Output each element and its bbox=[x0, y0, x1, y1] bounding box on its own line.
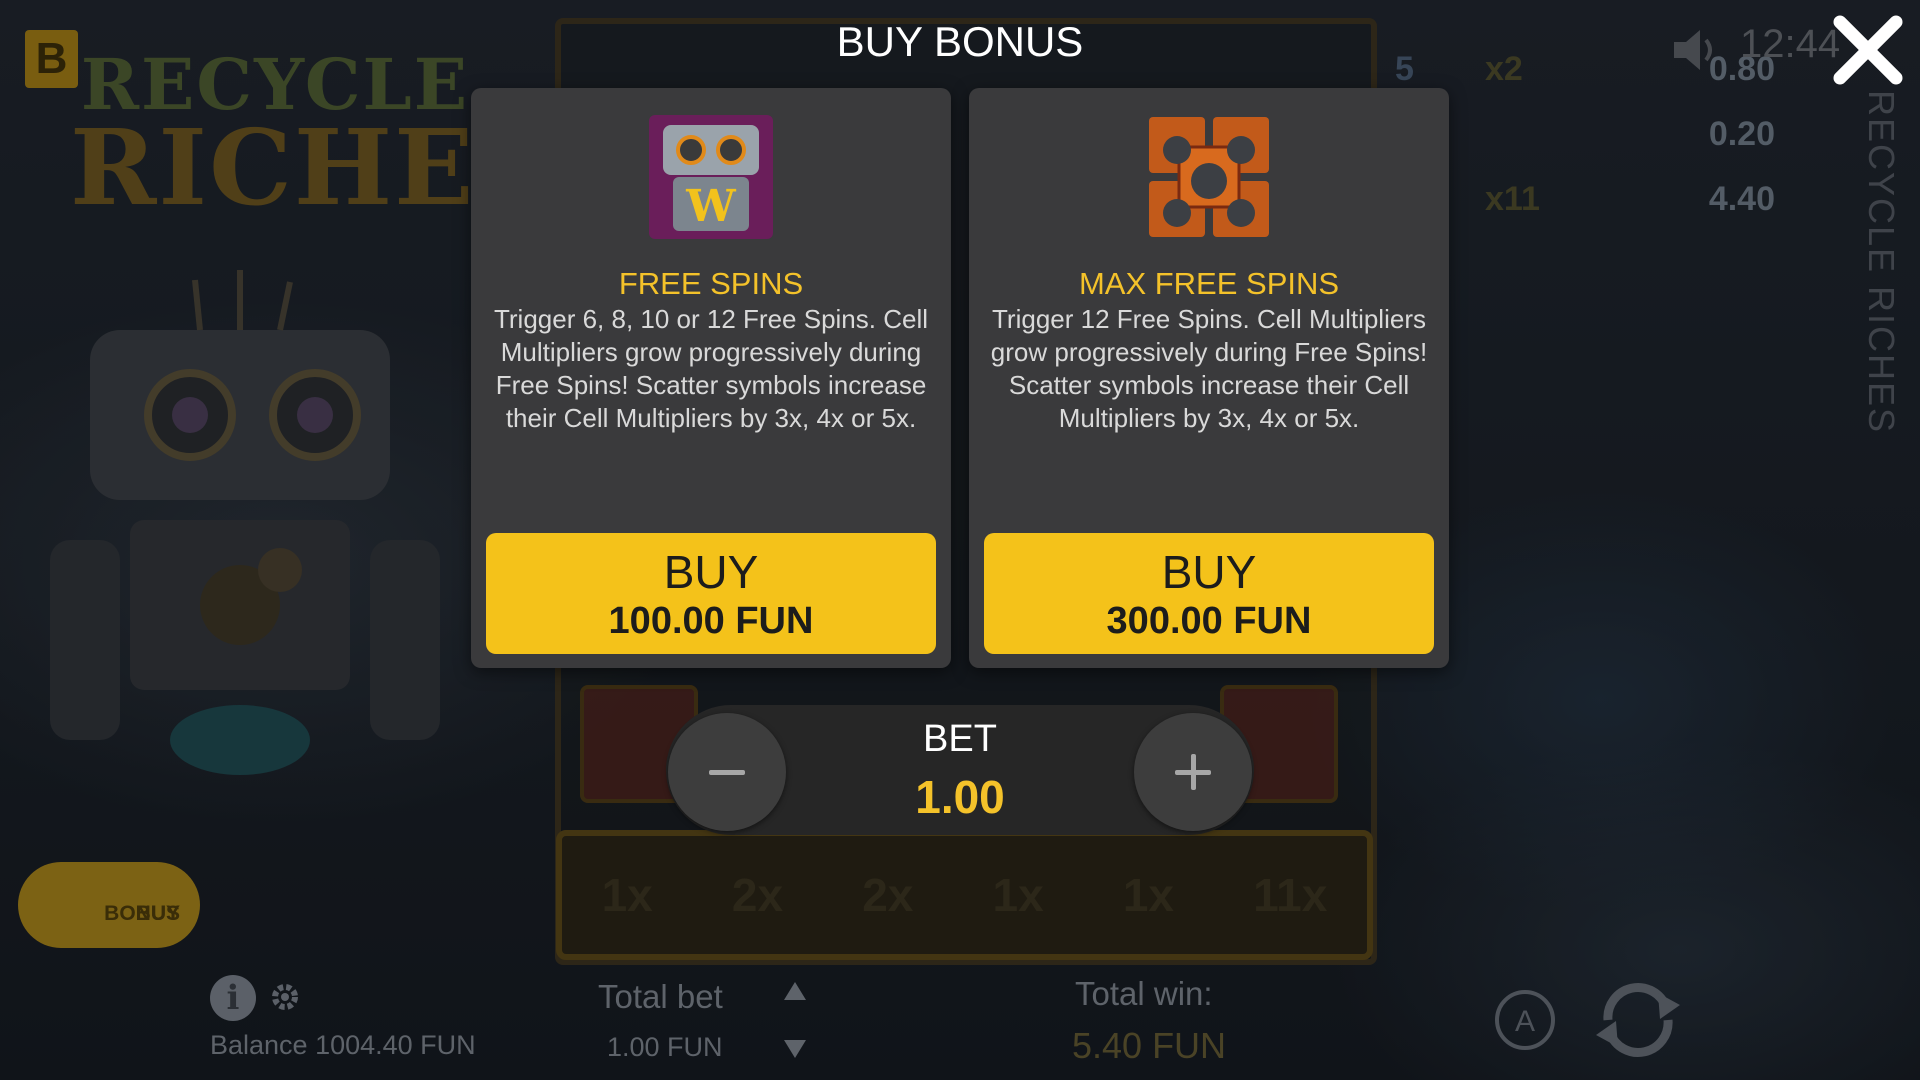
bet-down-arrow-icon[interactable] bbox=[784, 1040, 806, 1058]
free-spins-card: W FREE SPINS Trigger 6, 8, 10 or 12 Free… bbox=[471, 88, 951, 668]
buy-price: 300.00 FUN bbox=[1106, 600, 1312, 642]
buy-free-spins-button[interactable]: BUY 100.00 FUN bbox=[486, 533, 936, 654]
modal-overlay bbox=[0, 0, 1920, 1080]
card-description: Trigger 6, 8, 10 or 12 Free Spins. Cell … bbox=[493, 304, 928, 433]
robot-wild-icon: W bbox=[649, 115, 773, 239]
info-icon[interactable]: i bbox=[210, 975, 256, 1021]
gear-icon[interactable] bbox=[268, 980, 302, 1014]
bet-increase-button[interactable] bbox=[1134, 713, 1252, 831]
buy-label: BUY bbox=[663, 546, 759, 598]
svg-text:A: A bbox=[1515, 1005, 1535, 1038]
total-bet-label: Total bet bbox=[598, 978, 723, 1015]
bet-up-arrow-icon[interactable] bbox=[784, 982, 806, 1000]
buy-price: 100.00 FUN bbox=[608, 600, 814, 642]
buy-label: BUY bbox=[1161, 546, 1257, 598]
svg-text:W: W bbox=[685, 181, 736, 232]
total-bet-value: 1.00 FUN bbox=[607, 1032, 723, 1062]
buy-max-free-spins-button[interactable]: BUY 300.00 FUN bbox=[984, 533, 1434, 654]
balance: Balance 1004.40 FUN bbox=[210, 1030, 476, 1060]
max-free-spins-card: MAX FREE SPINS Trigger 12 Free Spins. Ce… bbox=[969, 88, 1449, 668]
spin-icon[interactable] bbox=[1588, 975, 1688, 1065]
card-description: Trigger 12 Free Spins. Cell Multipliers … bbox=[990, 304, 1428, 433]
card-title: MAX FREE SPINS bbox=[1078, 266, 1340, 301]
close-icon[interactable] bbox=[1830, 12, 1906, 88]
autoplay-icon[interactable]: A bbox=[1490, 985, 1560, 1055]
buy-bonus-button[interactable]: BUY BONUS bbox=[18, 862, 200, 948]
scatter-stack-icon bbox=[1149, 117, 1269, 237]
total-win-label: Total win: bbox=[1075, 975, 1213, 1012]
modal-title: BUY BONUS bbox=[836, 18, 1084, 65]
bet-decrease-button[interactable] bbox=[668, 713, 786, 831]
bet-label: BET bbox=[923, 718, 997, 760]
card-title: FREE SPINS bbox=[618, 266, 804, 301]
bet-value: 1.00 bbox=[915, 771, 1005, 823]
total-win-value: 5.40 FUN bbox=[1072, 1025, 1227, 1066]
buy-bonus-line2: BONUS bbox=[104, 902, 180, 925]
minus-icon bbox=[709, 770, 745, 775]
